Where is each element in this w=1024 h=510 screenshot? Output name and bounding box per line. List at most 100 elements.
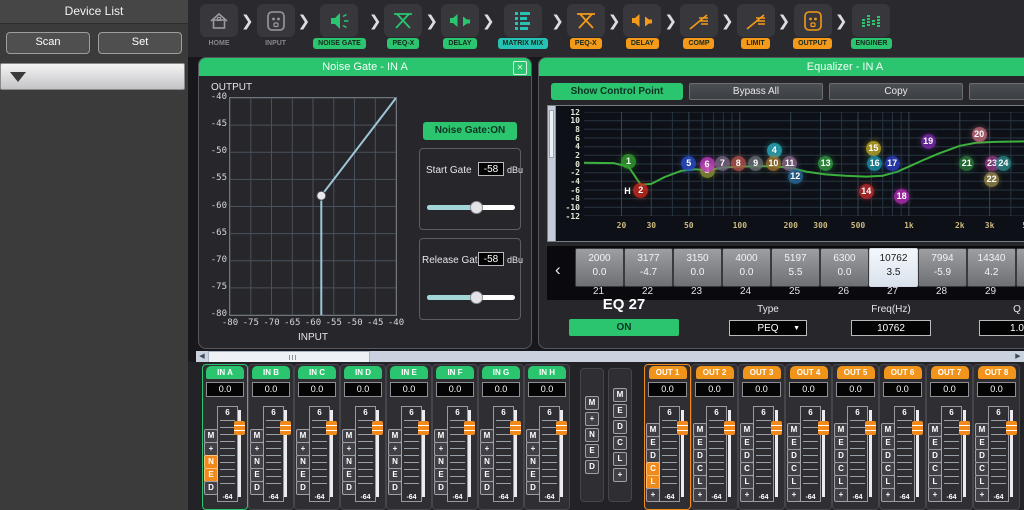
eq-control-point-9[interactable]: 9 <box>748 156 763 171</box>
channel-button-m[interactable]: M <box>975 423 989 437</box>
channel-button-m[interactable]: M <box>434 429 448 443</box>
channel-button-m[interactable]: M <box>834 423 848 437</box>
master-button-l[interactable]: L <box>613 452 627 466</box>
master-button-m[interactable]: M <box>585 396 599 410</box>
band-cell-partial[interactable] <box>1016 248 1024 287</box>
eq-response-graph[interactable]: 121086420-2-4-6-8-10-1220305010020030050… <box>547 105 1024 242</box>
toolbar-item-limit[interactable]: LIMIT <box>737 4 775 49</box>
channel-button-n[interactable]: N <box>342 455 356 469</box>
fader-handle[interactable] <box>959 421 970 435</box>
release-gate-slider[interactable] <box>427 295 515 306</box>
band-cell-23[interactable]: 31500.0 <box>673 248 722 287</box>
channel-button-l[interactable]: L <box>975 475 989 489</box>
fader-handle[interactable] <box>234 421 245 435</box>
channel-button-c[interactable]: C <box>646 462 660 476</box>
channel-button-e[interactable]: E <box>296 468 310 482</box>
channel-button-+[interactable]: + <box>646 488 660 502</box>
band-scroll-left-icon[interactable]: ‹ <box>555 260 561 280</box>
channel-button-d[interactable]: D <box>975 449 989 463</box>
channel-gain-value[interactable]: 0.0 <box>836 382 875 397</box>
eq-graph-vscroll[interactable] <box>548 106 556 241</box>
start-gate-slider-knob[interactable] <box>470 201 483 214</box>
toolbar-item-enginer[interactable]: ENGINER <box>851 4 893 49</box>
eq-control-point-20[interactable]: 20 <box>972 127 987 142</box>
channel-button-e[interactable]: E <box>526 468 540 482</box>
channel-button-d[interactable]: D <box>204 481 218 495</box>
master-button-+[interactable]: + <box>585 412 599 426</box>
channel-strip-out-7[interactable]: OUT 70.06-64MEDCL+ <box>926 364 973 510</box>
eq-control-point-21[interactable]: 21 <box>959 156 974 171</box>
fader-handle[interactable] <box>912 421 923 435</box>
channel-strip-in-d[interactable]: IN D0.06-64M+NED <box>340 364 386 510</box>
channel-strip-out-6[interactable]: OUT 60.06-64MEDCL+ <box>879 364 926 510</box>
channel-strip-out-4[interactable]: OUT 40.06-64MEDCL+ <box>785 364 832 510</box>
eq-control-point-7[interactable]: 7 <box>715 156 730 171</box>
master-button-e[interactable]: E <box>585 444 599 458</box>
start-gate-value-field[interactable]: -58 <box>478 162 504 176</box>
master-button-c[interactable]: C <box>613 436 627 450</box>
channel-button-e[interactable]: E <box>342 468 356 482</box>
channel-gain-value[interactable]: 0.0 <box>977 382 1016 397</box>
channel-button-e[interactable]: E <box>787 436 801 450</box>
band-on-button[interactable]: ON <box>569 319 679 336</box>
channel-button-n[interactable]: N <box>250 455 264 469</box>
band-cell-29[interactable]: 143404.2 <box>967 248 1016 287</box>
channel-button-e[interactable]: E <box>250 468 264 482</box>
channel-gain-value[interactable]: 0.0 <box>298 382 336 397</box>
fader-handle[interactable] <box>418 421 429 435</box>
fader-handle[interactable] <box>865 421 876 435</box>
channel-button-+[interactable]: + <box>881 488 895 502</box>
toolbar-item-input[interactable]: INPUT <box>257 4 295 47</box>
channel-button-n[interactable]: N <box>388 455 402 469</box>
band-q-field[interactable]: 1.0 <box>979 320 1024 336</box>
channel-button-m[interactable]: M <box>928 423 942 437</box>
toolbar-item-noise-gate[interactable]: NOISE GATE <box>313 4 366 49</box>
channel-strip-out-8[interactable]: OUT 80.06-64MEDCL+ <box>973 364 1020 510</box>
channel-button-m[interactable]: M <box>693 423 707 437</box>
channel-button-+[interactable]: + <box>526 442 540 456</box>
eq-control-point-15[interactable]: 15 <box>866 141 881 156</box>
channel-button-m[interactable]: M <box>388 429 402 443</box>
channel-gain-value[interactable]: 0.0 <box>482 382 520 397</box>
scroll-left-icon[interactable]: ◀ <box>196 351 208 362</box>
channel-button-+[interactable]: + <box>434 442 448 456</box>
channel-button-d[interactable]: D <box>834 449 848 463</box>
channel-button-c[interactable]: C <box>787 462 801 476</box>
channel-button-l[interactable]: L <box>787 475 801 489</box>
master-button-e[interactable]: E <box>613 404 627 418</box>
channel-gain-value[interactable]: 0.0 <box>528 382 566 397</box>
eq-control-point-17[interactable]: 17 <box>885 156 900 171</box>
channel-button-c[interactable]: C <box>975 462 989 476</box>
channel-button-m[interactable]: M <box>342 429 356 443</box>
channel-button-+[interactable]: + <box>975 488 989 502</box>
fader-handle[interactable] <box>372 421 383 435</box>
channel-strip-in-b[interactable]: IN B0.06-64M+NED <box>248 364 294 510</box>
eq-control-point-24[interactable]: 24 <box>996 156 1011 171</box>
eq-control-point-2[interactable]: 2 <box>633 183 648 198</box>
channel-gain-value[interactable]: 0.0 <box>436 382 474 397</box>
channel-button-e[interactable]: E <box>646 436 660 450</box>
channel-button-+[interactable]: + <box>480 442 494 456</box>
channel-button-c[interactable]: C <box>834 462 848 476</box>
channel-strip-in-h[interactable]: IN H0.06-64M+NED <box>524 364 570 510</box>
show-control-point-button[interactable]: Show Control Point <box>551 83 683 100</box>
channel-button-d[interactable]: D <box>693 449 707 463</box>
channel-button-d[interactable]: D <box>342 481 356 495</box>
eq-control-point-13[interactable]: 13 <box>818 156 833 171</box>
channel-button-e[interactable]: E <box>480 468 494 482</box>
channel-strip-in-g[interactable]: IN G0.06-64M+NED <box>478 364 524 510</box>
channel-button-e[interactable]: E <box>881 436 895 450</box>
master-strip-1[interactable]: M+NED <box>580 368 604 502</box>
toolbar-item-delay-out[interactable]: DELAY <box>623 4 661 49</box>
master-button-d[interactable]: D <box>613 420 627 434</box>
eq-control-point-14[interactable]: 14 <box>859 184 874 199</box>
channel-button-+[interactable]: + <box>204 442 218 456</box>
horizontal-scrollbar[interactable]: ◀ ▶ <box>196 351 1024 362</box>
eq-control-point-16[interactable]: 16 <box>867 156 882 171</box>
band-cell-27[interactable]: 107623.5 <box>869 248 918 287</box>
channel-gain-value[interactable]: 0.0 <box>883 382 922 397</box>
channel-strip-in-e[interactable]: IN E0.06-64M+NED <box>386 364 432 510</box>
channel-button-+[interactable]: + <box>693 488 707 502</box>
release-gate-value-field[interactable]: -58 <box>478 252 504 266</box>
fader-handle[interactable] <box>326 421 337 435</box>
